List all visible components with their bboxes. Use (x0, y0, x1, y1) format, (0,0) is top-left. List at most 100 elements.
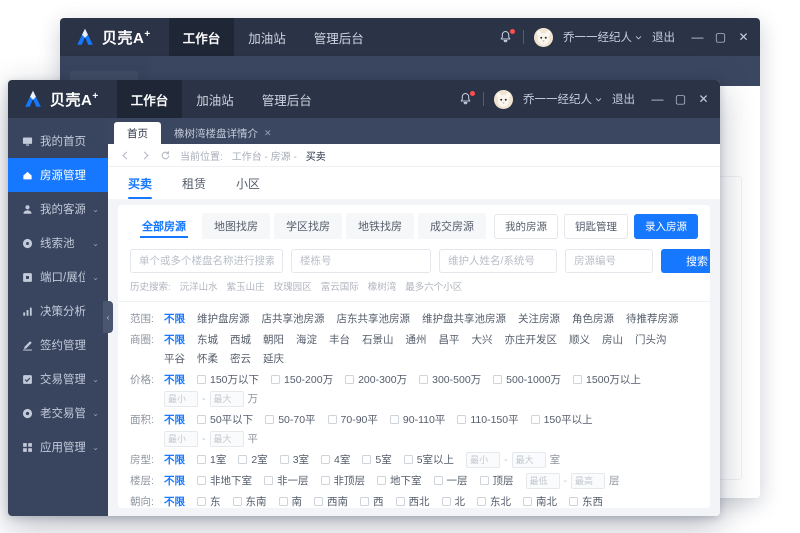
filter-checkbox[interactable]: 300-500万 (419, 372, 481, 388)
filter-checkbox[interactable]: 北 (442, 494, 466, 509)
filter-option[interactable]: 门头沟 (635, 332, 667, 348)
filter-option[interactable]: 大兴 (472, 332, 493, 348)
minimize-button[interactable]: — (691, 31, 704, 44)
filter-checkbox[interactable]: 5室 (362, 452, 391, 468)
filter-option[interactable]: 房山 (602, 332, 623, 348)
user-menu[interactable]: 乔一一经纪人 (563, 29, 642, 45)
filter-option[interactable]: 昌平 (439, 332, 460, 348)
sidebar-item-contract-management[interactable]: 签约管理 (8, 328, 108, 362)
main-window[interactable]: 贝壳A+ 工作台 加油站 管理后台 (8, 80, 720, 516)
filter-option[interactable]: 亦庄开发区 (505, 332, 558, 348)
history-item[interactable]: 玫瑰园区 (274, 279, 312, 293)
filter-checkbox[interactable]: 西南 (314, 494, 348, 509)
range-min-input[interactable] (466, 452, 500, 468)
filter-option[interactable]: 顺义 (569, 332, 590, 348)
logout-button[interactable]: 退出 (612, 91, 635, 107)
filter-checkbox[interactable]: 顶层 (480, 473, 514, 489)
sidebar-item-transaction-management[interactable]: 交易管理 ⌄ (8, 362, 108, 396)
listing-code-input[interactable] (565, 249, 653, 273)
filter-checkbox[interactable]: 90-110平 (390, 412, 445, 428)
tab-community[interactable]: 小区 (236, 167, 260, 199)
breadcrumb-path[interactable]: 工作台 - 房源 - (232, 148, 297, 163)
page-tab-estate-detail[interactable]: 橡树湾楼盘详情介 ✕ (161, 122, 285, 144)
filter-option[interactable]: 朝阳 (263, 332, 284, 348)
filter-option[interactable]: 石景山 (362, 332, 394, 348)
panel-tab-metro-search[interactable]: 地铁找房 (346, 213, 414, 239)
filter-option[interactable]: 通州 (406, 332, 427, 348)
range-max-input[interactable] (210, 391, 244, 407)
filter-checkbox[interactable]: 东北 (477, 494, 511, 509)
bell-icon[interactable] (458, 92, 473, 107)
user-menu[interactable]: 乔一一经纪人 (523, 91, 602, 107)
filter-checkbox[interactable]: 50-70平 (265, 412, 315, 428)
building-number-input[interactable] (291, 249, 431, 273)
filter-option[interactable]: 东城 (197, 332, 218, 348)
filter-option[interactable]: 怀柔 (197, 351, 218, 367)
filter-option-selected[interactable]: 不限 (164, 452, 185, 468)
agent-search-input[interactable] (439, 249, 557, 273)
filter-option[interactable]: 密云 (230, 351, 251, 367)
filter-option-selected[interactable]: 不限 (164, 412, 185, 428)
history-item[interactable]: 富云国际 (321, 279, 359, 293)
filter-checkbox[interactable]: 150万以下 (197, 372, 259, 388)
filter-checkbox[interactable]: 50平以下 (197, 412, 253, 428)
topnav-item-admin[interactable]: 管理后台 (248, 80, 326, 118)
filter-checkbox[interactable]: 东西 (569, 494, 603, 509)
history-item[interactable]: 紫玉山庄 (227, 279, 265, 293)
sidebar-item-my-clients[interactable]: 我的客源 ⌄ (8, 192, 108, 226)
filter-option[interactable]: 店共享池房源 (262, 311, 325, 327)
sidebar-item-lead-pool[interactable]: 线索池 ⌄ (8, 226, 108, 260)
panel-tab-school-search[interactable]: 学区找房 (274, 213, 342, 239)
filter-checkbox[interactable]: 1500万以上 (573, 372, 641, 388)
filter-checkbox[interactable]: 3室 (280, 452, 309, 468)
sidebar-item-port-booth[interactable]: 端口/展位 ⌄ (8, 260, 108, 294)
filter-option[interactable]: 关注房源 (518, 311, 560, 327)
range-min-input[interactable] (164, 391, 198, 407)
close-button[interactable]: ✕ (737, 31, 750, 44)
page-tab-home[interactable]: 首页 (114, 122, 161, 144)
filter-checkbox[interactable]: 5室以上 (404, 452, 454, 468)
tab-sale[interactable]: 买卖 (128, 167, 152, 199)
filter-option[interactable]: 维护盘房源 (197, 311, 250, 327)
filter-option[interactable]: 西城 (230, 332, 251, 348)
search-button[interactable]: 搜索 (661, 249, 710, 273)
filter-checkbox[interactable]: 非顶层 (321, 473, 366, 489)
sidebar-item-house-management[interactable]: 房源管理 (8, 158, 108, 192)
range-min-input[interactable] (526, 473, 560, 489)
panel-tab-sold-listings[interactable]: 成交房源 (418, 213, 486, 239)
filter-checkbox[interactable]: 110-150平 (457, 412, 518, 428)
filter-checkbox[interactable]: 2室 (238, 452, 267, 468)
filter-checkbox[interactable]: 南 (279, 494, 303, 509)
bg-topnav-item-0[interactable]: 工作台 (169, 18, 235, 56)
filter-checkbox[interactable]: 一层 (434, 473, 468, 489)
filter-option[interactable]: 维护盘共享池房源 (422, 311, 506, 327)
sidebar-collapse-handle[interactable]: ‹ (103, 301, 113, 333)
filter-option[interactable]: 店东共享池房源 (337, 311, 411, 327)
filter-option[interactable]: 角色房源 (572, 311, 614, 327)
maximize-button[interactable]: ▢ (674, 93, 687, 106)
filter-option-selected[interactable]: 不限 (164, 311, 185, 327)
refresh-icon[interactable] (160, 150, 171, 161)
range-max-input[interactable] (512, 452, 546, 468)
filter-checkbox[interactable]: 200-300万 (345, 372, 407, 388)
filter-option-selected[interactable]: 不限 (164, 473, 185, 489)
avatar[interactable] (494, 90, 513, 109)
filter-checkbox[interactable]: 150平以上 (531, 412, 593, 428)
filter-option[interactable]: 延庆 (263, 351, 284, 367)
filter-checkbox[interactable]: 150-200万 (271, 372, 333, 388)
filter-checkbox[interactable]: 70-90平 (328, 412, 378, 428)
range-max-input[interactable] (571, 473, 605, 489)
sidebar-item-app-management[interactable]: 应用管理 ⌄ (8, 430, 108, 464)
history-item[interactable]: 沅洋山水 (180, 279, 218, 293)
filter-checkbox[interactable]: 1室 (197, 452, 226, 468)
filter-option-selected[interactable]: 不限 (164, 332, 185, 348)
topnav-item-gas-station[interactable]: 加油站 (182, 80, 248, 118)
history-item[interactable]: 橡树湾 (368, 279, 397, 293)
filter-option-selected[interactable]: 不限 (164, 494, 185, 509)
arrow-right-icon[interactable] (140, 150, 151, 161)
filter-option[interactable]: 丰台 (329, 332, 350, 348)
key-management-button[interactable]: 钥匙管理 (564, 214, 628, 239)
maximize-button[interactable]: ▢ (714, 31, 727, 44)
range-min-input[interactable] (164, 431, 198, 447)
topnav-item-workbench[interactable]: 工作台 (117, 80, 183, 118)
